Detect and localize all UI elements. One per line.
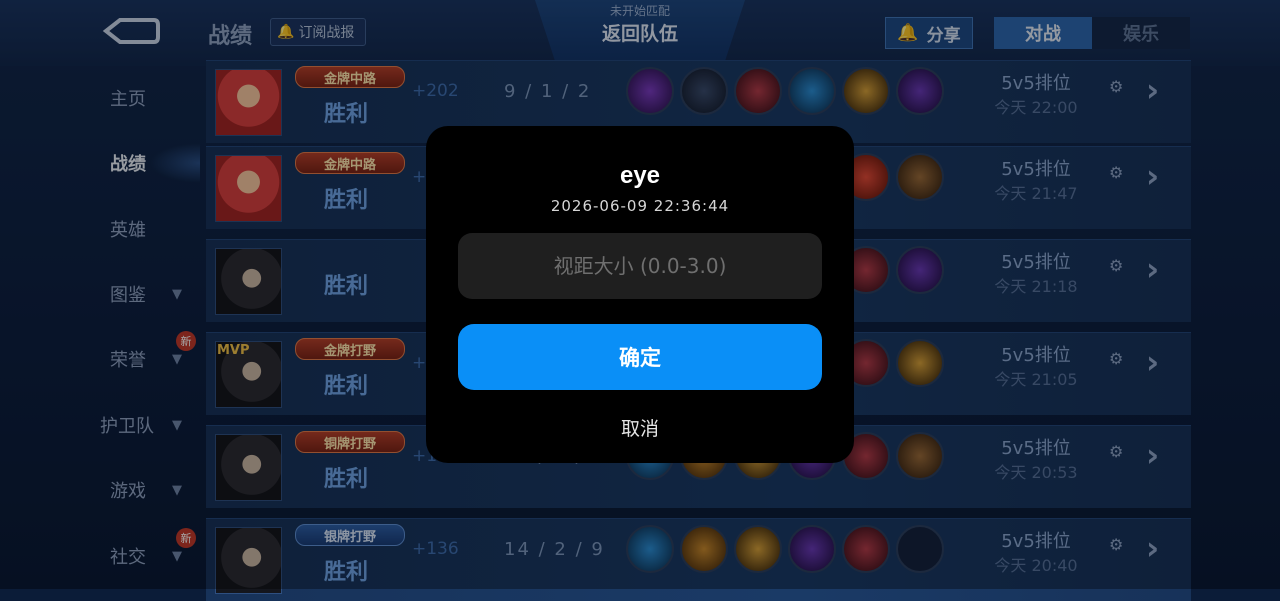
confirm-button[interactable]: 确定 — [458, 324, 822, 390]
cancel-button[interactable]: 取消 — [426, 414, 854, 441]
view-distance-input[interactable] — [458, 233, 822, 299]
dialog-title: eye — [619, 162, 661, 189]
dialog-datetime: 2026-06-09 22:36:44 — [550, 197, 730, 215]
view-distance-dialog: eye 2026-06-09 22:36:44 确定 取消 — [426, 126, 854, 463]
